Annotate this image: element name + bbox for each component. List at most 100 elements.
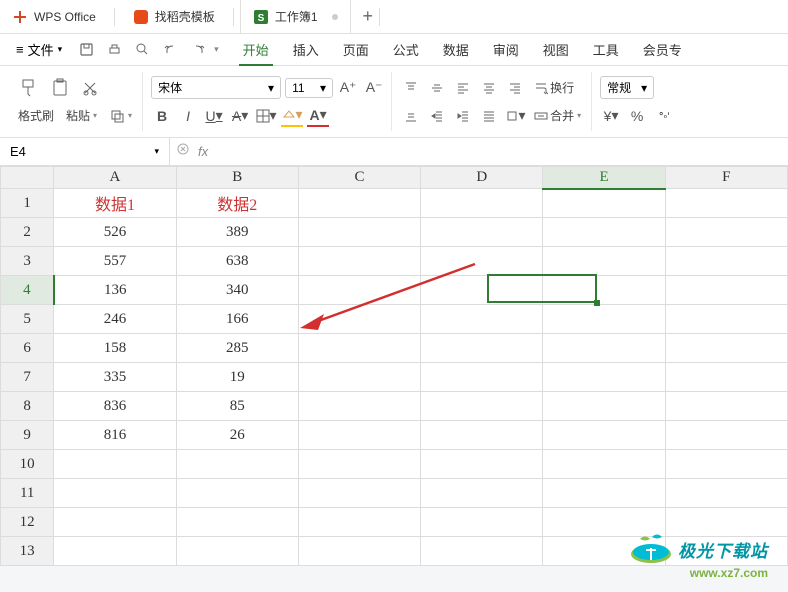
row-header[interactable]: 1 [1, 189, 54, 218]
cell[interactable] [298, 537, 420, 566]
cell[interactable] [543, 334, 665, 363]
cell[interactable]: 85 [176, 392, 298, 421]
cell[interactable] [54, 537, 176, 566]
cell[interactable]: 389 [176, 218, 298, 247]
cell[interactable] [421, 508, 543, 537]
fill-handle[interactable] [594, 300, 600, 306]
cell[interactable] [176, 537, 298, 566]
cell[interactable]: 246 [54, 305, 176, 334]
cell[interactable] [543, 189, 665, 218]
cell[interactable]: 136 [54, 276, 176, 305]
cell[interactable] [421, 421, 543, 450]
cell[interactable] [665, 508, 787, 537]
cell[interactable] [176, 479, 298, 508]
cell[interactable] [421, 392, 543, 421]
percent-button[interactable]: % [626, 105, 648, 127]
row-header[interactable]: 7 [1, 363, 54, 392]
cell[interactable] [543, 218, 665, 247]
column-header[interactable]: E [543, 167, 665, 189]
justify-button[interactable] [478, 105, 500, 127]
app-tab-wps[interactable]: WPS Office [0, 0, 108, 33]
column-header[interactable]: F [665, 167, 787, 189]
cell[interactable] [421, 189, 543, 218]
cell[interactable] [665, 305, 787, 334]
cell[interactable] [665, 421, 787, 450]
copy-button[interactable]: ▾ [105, 106, 136, 126]
cut-button[interactable] [78, 78, 102, 98]
cell[interactable] [421, 334, 543, 363]
cell[interactable] [543, 450, 665, 479]
row-header[interactable]: 4 [1, 276, 54, 305]
spreadsheet-grid[interactable]: ABCDEF1数据1数据2252638935576384136340524616… [0, 166, 788, 566]
undo-button[interactable] [158, 38, 182, 62]
cell[interactable] [298, 305, 420, 334]
tab-member[interactable]: 会员专 [643, 34, 682, 65]
name-box[interactable]: E4 ▾ [0, 138, 170, 165]
cell[interactable] [543, 276, 665, 305]
cell[interactable] [298, 247, 420, 276]
row-header[interactable]: 9 [1, 421, 54, 450]
cell[interactable]: 836 [54, 392, 176, 421]
cell[interactable] [665, 392, 787, 421]
increase-indent-button[interactable] [452, 105, 474, 127]
cell[interactable] [421, 537, 543, 566]
cell[interactable] [298, 479, 420, 508]
row-header[interactable]: 10 [1, 450, 54, 479]
cell[interactable]: 816 [54, 421, 176, 450]
cell[interactable] [421, 450, 543, 479]
cell[interactable]: 285 [176, 334, 298, 363]
tab-insert[interactable]: 插入 [293, 34, 319, 65]
cell[interactable]: 158 [54, 334, 176, 363]
comma-style-button[interactable]: °◦° [652, 105, 674, 127]
cell[interactable] [421, 247, 543, 276]
cell[interactable] [665, 247, 787, 276]
strikethrough-button[interactable]: A▾ [229, 105, 251, 127]
format-painter-icon[interactable] [14, 76, 42, 100]
add-tab-button[interactable]: + [363, 6, 374, 27]
row-header[interactable]: 12 [1, 508, 54, 537]
tab-home[interactable]: 开始 [243, 34, 269, 65]
cell[interactable] [421, 276, 543, 305]
row-header[interactable]: 8 [1, 392, 54, 421]
font-size-select[interactable]: 11▾ [285, 78, 333, 98]
app-tab-template[interactable]: 找稻壳模板 [121, 0, 227, 33]
wrap-text-button[interactable]: 换行 [530, 77, 578, 98]
cell[interactable]: 166 [176, 305, 298, 334]
font-family-select[interactable]: 宋体▾ [151, 76, 281, 99]
app-tab-document[interactable]: S 工作簿1 [240, 0, 351, 33]
chevron-down-icon[interactable]: ▾ [214, 44, 219, 55]
cell[interactable]: 19 [176, 363, 298, 392]
tab-data[interactable]: 数据 [443, 34, 469, 65]
cell[interactable]: 26 [176, 421, 298, 450]
cell[interactable] [543, 363, 665, 392]
row-header[interactable]: 3 [1, 247, 54, 276]
column-header[interactable]: C [298, 167, 420, 189]
align-center-button[interactable] [478, 77, 500, 99]
cell[interactable] [298, 508, 420, 537]
format-painter-button[interactable]: 格式刷 [14, 105, 58, 126]
cell[interactable] [543, 421, 665, 450]
cell[interactable] [665, 334, 787, 363]
cell[interactable] [665, 479, 787, 508]
cell[interactable] [665, 189, 787, 218]
cell[interactable] [298, 450, 420, 479]
cell[interactable] [421, 305, 543, 334]
underline-button[interactable]: U▾ [203, 105, 225, 127]
align-middle-button[interactable] [426, 77, 448, 99]
print-button[interactable] [102, 38, 126, 62]
cell[interactable] [298, 421, 420, 450]
redo-button[interactable] [186, 38, 210, 62]
column-header[interactable]: D [421, 167, 543, 189]
cell[interactable]: 数据2 [176, 189, 298, 218]
number-format-select[interactable]: 常规▾ [600, 76, 654, 99]
print-preview-button[interactable] [130, 38, 154, 62]
paste-button[interactable]: 粘贴▾ [62, 105, 101, 126]
cell[interactable] [54, 450, 176, 479]
tab-view[interactable]: 视图 [543, 34, 569, 65]
orientation-button[interactable]: ▾ [504, 105, 526, 127]
cell[interactable]: 数据1 [54, 189, 176, 218]
cell[interactable] [665, 363, 787, 392]
bold-button[interactable]: B [151, 105, 173, 127]
cell[interactable] [543, 479, 665, 508]
tab-formula[interactable]: 公式 [393, 34, 419, 65]
